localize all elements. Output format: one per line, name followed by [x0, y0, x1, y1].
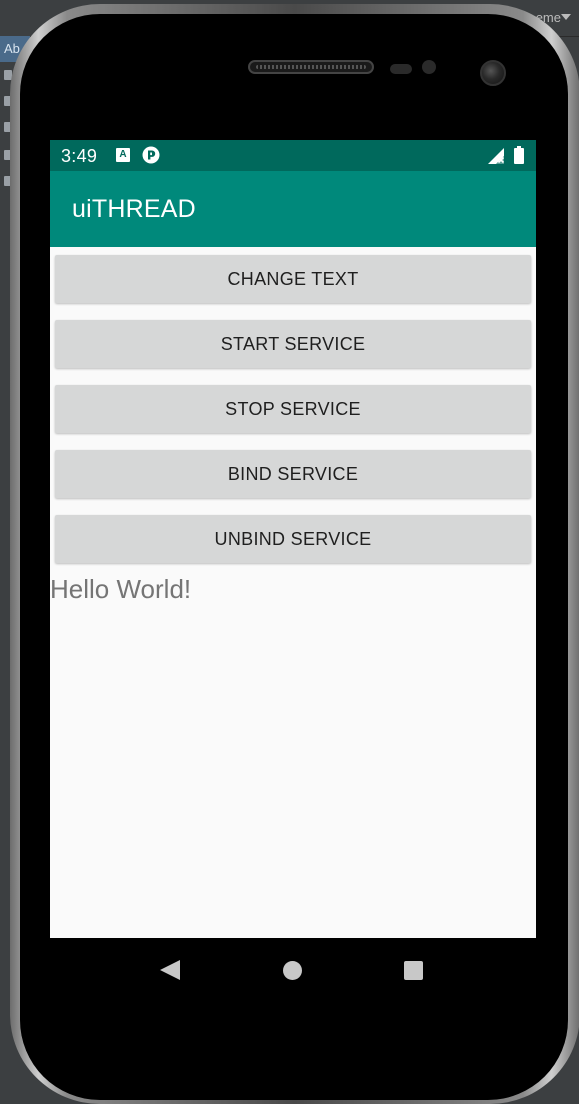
speaker-grille [248, 60, 374, 74]
stop-service-button[interactable]: STOP SERVICE [55, 385, 531, 433]
app-bar: uiTHREAD [50, 171, 536, 247]
hello-world-text: Hello World! [50, 574, 192, 604]
proximity-sensor [390, 64, 412, 74]
unbind-service-button[interactable]: UNBIND SERVICE [55, 515, 531, 563]
front-camera [480, 60, 506, 86]
light-sensor [422, 60, 436, 74]
app-title: uiTHREAD [72, 195, 196, 223]
battery-icon [514, 146, 524, 164]
home-icon[interactable] [283, 961, 302, 980]
chevron-down-icon[interactable] [561, 14, 571, 20]
pocket-casts-icon [142, 146, 160, 164]
change-text-button[interactable]: CHANGE TEXT [55, 255, 531, 303]
bind-service-button[interactable]: BIND SERVICE [55, 450, 531, 498]
start-service-button[interactable]: START SERVICE [55, 320, 531, 368]
recents-icon[interactable] [404, 961, 423, 980]
status-bar: 3:49 A [50, 140, 536, 171]
device-screen: 3:49 A uiTHREAD CHANGE TEXT START SERVIC… [50, 140, 536, 938]
text-notification-icon: A [116, 148, 130, 162]
back-icon[interactable] [160, 960, 180, 980]
signal-no-data-icon [488, 148, 505, 164]
status-time: 3:49 [61, 146, 98, 166]
navigation-bar [50, 938, 536, 1002]
